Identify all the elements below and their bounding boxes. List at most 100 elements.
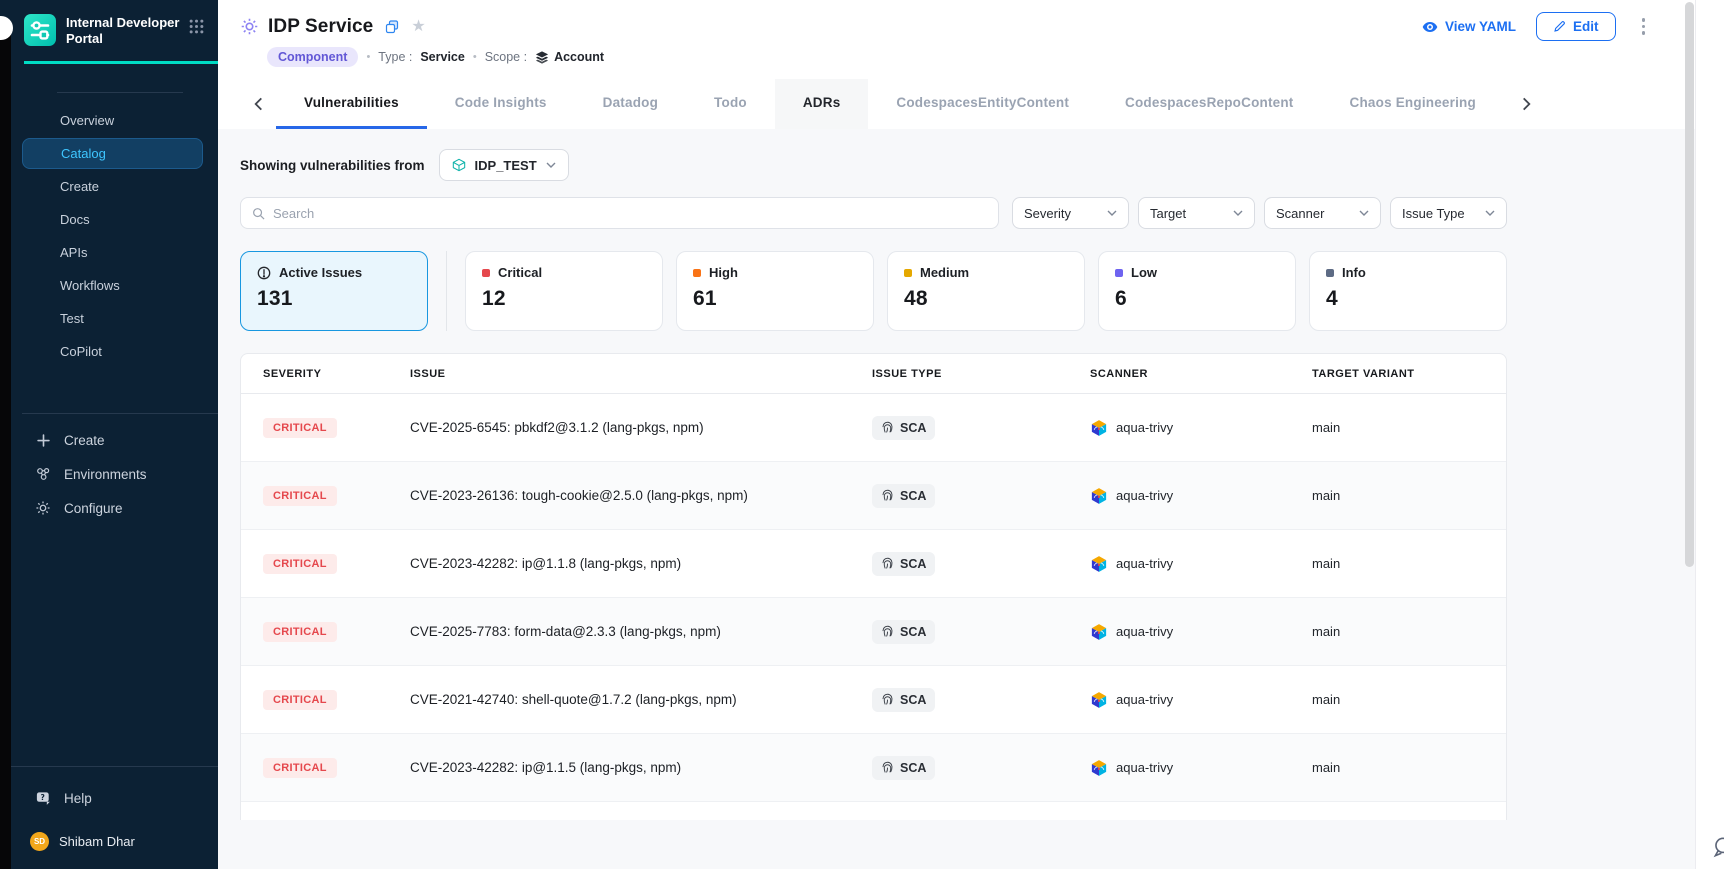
severity-count: 6 xyxy=(1115,287,1279,311)
view-yaml-link[interactable]: View YAML xyxy=(1422,19,1516,35)
trivy-icon xyxy=(1090,623,1108,641)
brand-underline xyxy=(24,61,218,64)
page-title: IDP Service xyxy=(268,16,373,38)
sidebar-nav-item[interactable]: Docs xyxy=(22,204,203,235)
severity-card[interactable]: Critical 12 xyxy=(465,251,663,331)
table-row[interactable]: CRITICAL CVE-2023-42282: ip@1.1.5 (lang-… xyxy=(241,734,1506,802)
trivy-icon xyxy=(1090,487,1108,505)
sidebar-nav-item[interactable]: CoPilot xyxy=(22,336,203,367)
vertical-scrollbar[interactable] xyxy=(1685,2,1694,567)
portal-logo-icon xyxy=(24,14,56,51)
column-scanner: SCANNER xyxy=(1090,368,1312,380)
tab[interactable]: Chaos Engineering xyxy=(1322,79,1504,129)
scanner-cell: aqua-trivy xyxy=(1090,555,1312,573)
issue-type-pill: SCA xyxy=(872,756,935,780)
sidebar-nav-item[interactable]: Overview xyxy=(22,105,203,136)
severity-badge: CRITICAL xyxy=(263,690,337,710)
severity-card[interactable]: Info 4 xyxy=(1309,251,1507,331)
tab[interactable]: Datadog xyxy=(575,79,686,129)
user-name: Shibam Dhar xyxy=(59,834,135,849)
severity-card[interactable]: Low 6 xyxy=(1098,251,1296,331)
search-input[interactable] xyxy=(273,206,987,221)
column-target-variant: TARGET VARIANT xyxy=(1312,368,1506,380)
more-options-icon[interactable] xyxy=(1636,14,1652,39)
showing-label: Showing vulnerabilities from xyxy=(240,158,425,173)
severity-badge: CRITICAL xyxy=(263,554,337,574)
entity-header: IDP Service ★ xyxy=(218,0,1695,129)
copy-icon[interactable] xyxy=(385,20,399,34)
fingerprint-icon xyxy=(881,489,894,502)
main-area: IDP Service ★ xyxy=(218,0,1695,869)
tab[interactable]: Todo xyxy=(686,79,775,129)
table-row[interactable]: CRITICAL CVE-2023-42282: ip@1.1.8 (lang-… xyxy=(241,530,1506,598)
sidebar-create-button[interactable]: Create xyxy=(0,424,218,457)
help-chat-icon: ? xyxy=(34,790,52,807)
sidebar-nav: Overview Catalog Create Docs APIs Workfl… xyxy=(0,103,218,369)
help-button[interactable]: ? Help xyxy=(0,781,218,816)
sidebar: Internal Developer Portal Overview Catal… xyxy=(0,0,218,869)
tab[interactable]: CodespacesEntityContent xyxy=(868,79,1097,129)
sidebar-nav-item[interactable]: APIs xyxy=(22,237,203,268)
table-row[interactable]: CRITICAL CVE-2025-6545: pbkdf2@3.1.2 (la… xyxy=(241,394,1506,462)
sidebar-nav-item[interactable]: Test xyxy=(22,303,203,334)
tab[interactable]: CodespacesRepoContent xyxy=(1097,79,1321,129)
environments-icon xyxy=(34,466,52,482)
type-label: Type : xyxy=(378,50,412,64)
tabs-scroll-right-icon[interactable] xyxy=(1508,79,1544,129)
issue-type-pill: SCA xyxy=(872,620,935,644)
sidebar-nav-item[interactable]: Workflows xyxy=(22,270,203,301)
severity-summary: Active Issues 131 Critical 12 xyxy=(240,251,1507,331)
table-row[interactable]: CRITICAL CVE-2025-7783: form-data@2.3.3 … xyxy=(241,598,1506,666)
severity-card[interactable]: Medium 48 xyxy=(887,251,1085,331)
scanner-filter[interactable]: Scanner xyxy=(1264,197,1381,229)
kind-badge: Component xyxy=(267,47,358,67)
severity-card[interactable]: High 61 xyxy=(676,251,874,331)
chevron-down-icon xyxy=(1485,210,1495,216)
assistant-bubble-icon[interactable] xyxy=(1710,834,1724,865)
sidebar-environments-button[interactable]: Environments xyxy=(0,457,218,491)
target-variant-cell: main xyxy=(1312,488,1506,503)
tab[interactable]: Vulnerabilities xyxy=(276,79,427,129)
trivy-icon xyxy=(1090,691,1108,709)
service-gear-icon xyxy=(240,17,259,36)
source-select[interactable]: IDP_TEST xyxy=(439,149,569,181)
issue-type-filter[interactable]: Issue Type xyxy=(1390,197,1507,229)
severity-count: 61 xyxy=(693,287,857,311)
sidebar-header: Internal Developer Portal xyxy=(0,0,218,51)
trivy-icon xyxy=(1090,759,1108,777)
severity-count: 12 xyxy=(482,287,646,311)
active-issues-card[interactable]: Active Issues 131 xyxy=(240,251,428,331)
tab-bar: Vulnerabilities Code Insights Datadog To… xyxy=(240,79,1651,129)
tab[interactable]: ADRs xyxy=(775,79,869,129)
tabs-scroll-left-icon[interactable] xyxy=(240,79,276,129)
sidebar-divider xyxy=(22,413,218,414)
severity-badge: CRITICAL xyxy=(263,486,337,506)
portal-title: Internal Developer Portal xyxy=(66,14,189,48)
scope-value: Account xyxy=(535,50,604,64)
star-icon[interactable]: ★ xyxy=(411,19,425,35)
trivy-icon xyxy=(1090,419,1108,437)
edit-button[interactable]: Edit xyxy=(1536,12,1616,41)
fingerprint-icon xyxy=(881,761,894,774)
sidebar-nav-item[interactable]: Catalog xyxy=(22,138,203,169)
severity-dot xyxy=(693,269,701,277)
table-row[interactable]: CRITICAL CVE-2023-26136: tough-cookie@2.… xyxy=(241,462,1506,530)
app-launcher-icon[interactable] xyxy=(189,19,204,39)
target-variant-cell: main xyxy=(1312,760,1506,775)
sidebar-nav-item[interactable]: Create xyxy=(22,171,203,202)
table-row[interactable]: CRITICAL CVE-2021-42740: shell-quote@1.7… xyxy=(241,666,1506,734)
tab[interactable]: Code Insights xyxy=(427,79,575,129)
active-issues-count: 131 xyxy=(257,287,411,311)
target-filter[interactable]: Target xyxy=(1138,197,1255,229)
target-variant-cell: main xyxy=(1312,692,1506,707)
sidebar-configure-button[interactable]: Configure xyxy=(0,491,218,525)
issue-type-pill: SCA xyxy=(872,552,935,576)
user-menu[interactable]: SD Shibam Dhar xyxy=(0,816,218,869)
sidebar-divider xyxy=(57,92,183,93)
gear-icon xyxy=(34,500,52,516)
severity-filter[interactable]: Severity xyxy=(1012,197,1129,229)
scanner-cell: aqua-trivy xyxy=(1090,759,1312,777)
severity-dot xyxy=(482,269,490,277)
scanner-cell: aqua-trivy xyxy=(1090,487,1312,505)
type-value: Service xyxy=(420,50,464,64)
